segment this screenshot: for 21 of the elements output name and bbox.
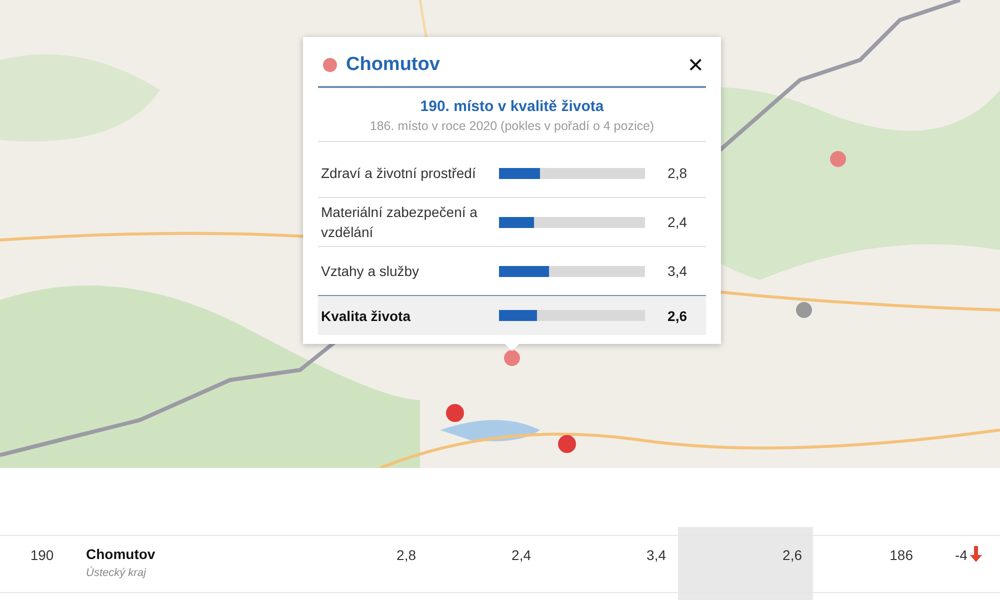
score-value: 2,8 [666, 165, 687, 181]
region-name: Ústecký kraj [86, 567, 148, 579]
score-cell-text: 2,6 [782, 547, 802, 563]
city-name: Chomutov [86, 546, 156, 562]
change-cell: -4 [955, 547, 968, 563]
rank-note: 186. místo v roce 2020 (pokles v pořadí o 4 pozice) [318, 119, 706, 142]
score-value: 2,6 [666, 308, 687, 324]
score-value: 3,4 [666, 263, 687, 279]
close-button[interactable]: ✕ [685, 53, 706, 77]
score-cell-text: 2,4 [510, 547, 531, 563]
score-cell-text: 2,8 [396, 547, 416, 563]
popup-title: Chomutov [346, 54, 441, 76]
score-value: 2,4 [666, 214, 687, 230]
score-label: Materiální zabezpečení a vzdělání [320, 203, 478, 242]
rank-cell-text: 190 [29, 547, 55, 563]
score-label: Zdraví a životní prostředí [320, 164, 477, 183]
score-cell-text: 3,4 [646, 547, 666, 563]
previous-rank-cell-text: 186 [888, 547, 913, 563]
score-label: Vztahy a služby [320, 262, 420, 281]
score-label: Kvalita života [320, 306, 412, 326]
rank-title: 190. místo v kvalitě života [419, 98, 605, 115]
